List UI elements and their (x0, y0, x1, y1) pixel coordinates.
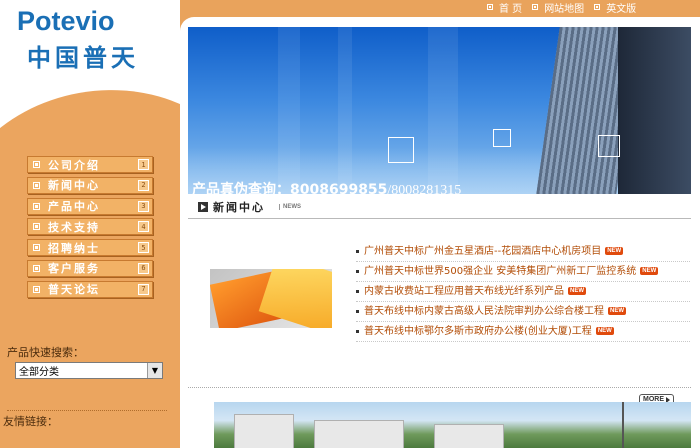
sidebar-item-number: 7 (138, 283, 149, 295)
left-column: Potevio 中国普天 公司介绍 1 新闻中心 2 产品中心 3 技术支持 4… (0, 0, 180, 448)
top-link-label: 首 页 (499, 3, 523, 15)
square-bullet-icon (487, 4, 493, 10)
news-item-text: 广州普天中标世界500强企业 安美特集团广州新工厂监控系统 (364, 266, 637, 277)
banner-phone-secondary: /8008281315 (387, 183, 462, 194)
chevron-down-icon[interactable]: ▼ (147, 363, 162, 378)
news-list: 广州普天中标广州金五星酒店--花园酒店中心机房项目 NEW 广州普天中标世界500… (356, 242, 690, 342)
new-badge: NEW (605, 247, 624, 255)
sidebar-item-number: 2 (138, 179, 149, 191)
logo-latin-text: Potevio (17, 6, 115, 36)
square-bullet-icon (33, 223, 40, 231)
sidebar-item-company-intro[interactable]: 公司介绍 1 (27, 156, 153, 173)
banner-square-deco (598, 135, 620, 157)
square-bullet-icon (33, 161, 40, 168)
campus-building-image (314, 420, 404, 448)
square-bullet-icon (33, 285, 40, 293)
news-item[interactable]: 广州普天中标世界500强企业 安美特集团广州新工厂监控系统 NEW (356, 262, 690, 282)
arrow-right-icon (198, 201, 208, 212)
top-link-label: 网站地图 (544, 3, 585, 15)
news-tag: NEWS (279, 203, 301, 210)
bottom-campus-image[interactable] (214, 402, 691, 448)
square-bullet-icon (33, 264, 40, 272)
news-item-text: 内蒙古收费站工程应用普天布线光纤系列产品 (364, 286, 564, 297)
friendly-links-label: 友情链接： (3, 415, 58, 428)
top-links: 首 页 网站地图 英文版 (487, 0, 646, 15)
sidebar-item-product-center[interactable]: 产品中心 3 (27, 197, 153, 215)
product-category-selected: 全部分类 (19, 367, 59, 378)
banner-phone-primary: 8008699855 (290, 182, 388, 194)
new-badge: NEW (608, 307, 626, 315)
sidebar-item-forum[interactable]: 普天论坛 7 (27, 280, 153, 298)
sidebar-nav: 公司介绍 1 新闻中心 2 产品中心 3 技术支持 4 招聘纳士 5 客户服务 … (27, 156, 153, 302)
new-badge: NEW (640, 267, 659, 275)
square-bullet-icon (33, 244, 40, 252)
sidebar-item-customer-service[interactable]: 客户服务 6 (27, 259, 153, 277)
square-bullet-icon (33, 181, 40, 189)
sidebar-item-number: 3 (138, 200, 149, 212)
square-bullet-icon (594, 4, 601, 10)
sidebar-item-label: 普天论坛 (48, 283, 100, 297)
crane-image (622, 402, 624, 448)
news-item[interactable]: 普天布线中标内蒙古高级人民法院审判办公综合楼工程 NEW (356, 302, 690, 322)
sidebar-item-label: 客户服务 (48, 262, 100, 276)
news-item-text: 广州普天中标广州金五星酒店--花园酒店中心机房项目 (364, 246, 602, 257)
sidebar-item-label: 技术支持 (48, 220, 100, 234)
banner-building-image (618, 27, 691, 194)
top-link-label: 英文版 (606, 3, 637, 15)
sidebar-item-recruitment[interactable]: 招聘纳士 5 (27, 239, 153, 257)
sidebar-item-label: 招聘纳士 (48, 241, 100, 255)
banner-prefix: 产品真伪查询： (192, 182, 290, 194)
banner-verification-text: 产品真伪查询：8008699855/8008281315 (192, 179, 461, 194)
news-header: 新闻中心 NEWS (188, 195, 691, 219)
new-badge: NEW (568, 287, 586, 295)
news-footer-divider (188, 387, 691, 388)
top-link-sitemap[interactable]: 网站地图 (532, 0, 584, 15)
sidebar-item-number: 4 (138, 221, 149, 233)
news-section-title: 新闻中心 (213, 200, 265, 214)
news-item[interactable]: 内蒙古收费站工程应用普天布线光纤系列产品 NEW (356, 282, 690, 302)
news-item-text: 普天布线中标内蒙古高级人民法院审判办公综合楼工程 (364, 306, 604, 317)
sidebar-item-number: 5 (138, 242, 149, 254)
hero-banner[interactable]: 产品真伪查询：8008699855/8008281315 (188, 27, 691, 194)
logo[interactable]: Potevio 中国普天 (0, 0, 180, 128)
banner-square-deco (493, 129, 511, 147)
sidebar-item-label: 新闻中心 (48, 179, 100, 193)
product-category-select[interactable]: 全部分类 ▼ (15, 362, 163, 379)
sidebar-item-number: 1 (138, 159, 149, 170)
campus-building-image (434, 424, 504, 448)
sidebar-item-number: 6 (138, 262, 149, 274)
logo-chinese-text: 中国普天 (27, 44, 139, 72)
news-item[interactable]: 普天布线中标鄂尔多斯市政府办公楼(创业大厦)工程 NEW (356, 322, 690, 342)
sidebar-item-label: 公司介绍 (48, 158, 100, 172)
product-search-label: 产品快速搜索： (7, 346, 84, 359)
sidebar-item-tech-support[interactable]: 技术支持 4 (27, 218, 153, 236)
news-thumbnail-image[interactable] (210, 269, 332, 328)
square-bullet-icon (532, 4, 539, 10)
square-bullet-icon (33, 202, 40, 210)
main-panel: 产品真伪查询：8008699855/8008281315 新闻中心 NEWS 广… (180, 17, 700, 448)
sidebar-item-news-center[interactable]: 新闻中心 2 (27, 176, 153, 194)
top-link-home[interactable]: 首 页 (487, 0, 522, 15)
top-link-english[interactable]: 英文版 (594, 0, 636, 15)
links-divider (7, 410, 167, 411)
new-badge: NEW (595, 327, 614, 335)
banner-square-deco (388, 137, 414, 163)
news-item[interactable]: 广州普天中标广州金五星酒店--花园酒店中心机房项目 NEW (356, 242, 690, 262)
sidebar-item-label: 产品中心 (48, 200, 100, 214)
news-item-text: 普天布线中标鄂尔多斯市政府办公楼(创业大厦)工程 (364, 326, 592, 337)
campus-building-image (234, 414, 294, 448)
